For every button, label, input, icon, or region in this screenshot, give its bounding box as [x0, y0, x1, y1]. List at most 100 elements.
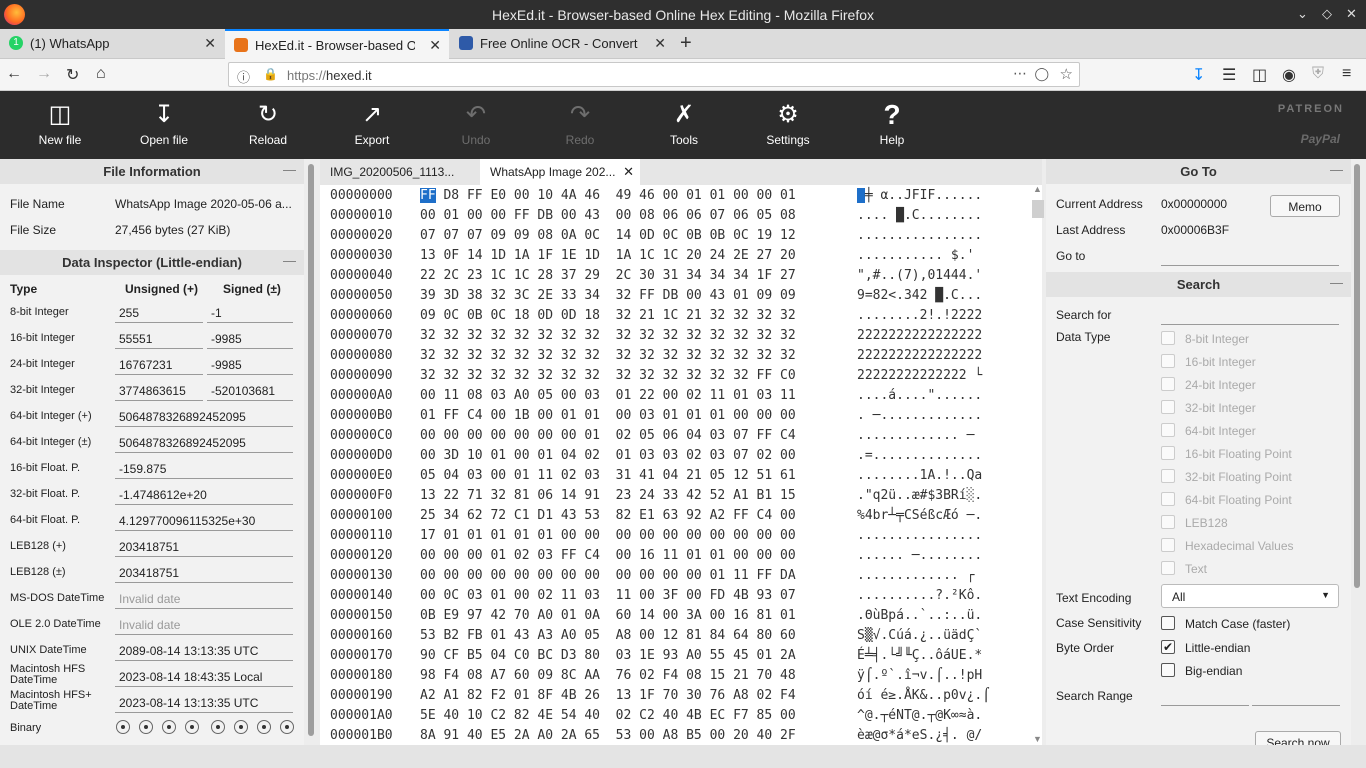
data-type-checkbox[interactable]: [1161, 469, 1175, 483]
hex-bytes-row[interactable]: 01 FF C4 00 1B 00 01 01 00 03 01 01 01 0…: [420, 405, 840, 425]
binary-bit-radio[interactable]: [162, 720, 176, 734]
hex-bytes-row[interactable]: 90 CF B5 04 C0 BC D3 80 03 1E 93 A0 55 4…: [420, 645, 840, 665]
collapse-icon[interactable]: —: [1330, 275, 1343, 290]
match-case-checkbox[interactable]: [1161, 616, 1175, 630]
selected-byte[interactable]: FF: [420, 188, 436, 203]
menu-icon[interactable]: ≡: [1342, 65, 1351, 83]
account-icon[interactable]: ◉: [1282, 65, 1296, 85]
hex-scrollbar[interactable]: ▲ ▼: [1032, 184, 1044, 744]
ascii-row[interactable]: ÿ⌠.º`.î¬v.⌠..!pH: [857, 665, 990, 685]
ascii-row[interactable]: óí é≥.ÅK&..p0v¿.⌠: [857, 685, 990, 705]
hex-bytes-row[interactable]: 17 01 01 01 01 01 00 00 00 00 00 00 00 0…: [420, 525, 840, 545]
little-endian-checkbox[interactable]: ✔: [1161, 640, 1175, 654]
data-type-checkbox[interactable]: [1161, 446, 1175, 460]
ascii-row[interactable]: ................: [857, 525, 990, 545]
pocket-icon[interactable]: ◯: [1034, 66, 1049, 82]
ascii-row[interactable]: . ─.............: [857, 405, 990, 425]
hex-bytes-row[interactable]: 05 04 03 00 01 11 02 03 31 41 04 21 05 1…: [420, 465, 840, 485]
binary-bit-radio[interactable]: [257, 720, 271, 734]
forward-icon[interactable]: →: [36, 65, 52, 83]
hex-bytes-row[interactable]: 22 2C 23 1C 1C 28 37 29 2C 30 31 34 34 3…: [420, 265, 840, 285]
unsigned-value-field[interactable]: 55551: [115, 327, 203, 349]
hex-bytes-row[interactable]: 98 F4 08 A7 60 09 8C AA 76 02 F4 08 15 2…: [420, 665, 840, 685]
back-icon[interactable]: ←: [6, 65, 22, 83]
hex-bytes-row[interactable]: 09 0C 0B 0C 18 0D 0D 18 32 21 1C 21 32 3…: [420, 305, 840, 325]
hex-bytes-row[interactable]: 0B E9 97 42 70 A0 01 0A 60 14 00 3A 00 1…: [420, 605, 840, 625]
close-tab-icon[interactable]: ✕: [204, 35, 216, 52]
memo-button[interactable]: Memo: [1270, 195, 1340, 217]
ascii-row[interactable]: ...... ─........: [857, 545, 990, 565]
selected-ascii-char[interactable]: [857, 188, 865, 203]
binary-bit-radio[interactable]: [185, 720, 199, 734]
data-type-checkbox[interactable]: [1161, 377, 1175, 391]
ascii-row[interactable]: ........2!.!2222: [857, 305, 990, 325]
ascii-row[interactable]: ^@.┬éNT@.┬@K∞≈à.: [857, 705, 990, 725]
open-file-button[interactable]: ↧ Open file: [112, 91, 216, 159]
ascii-row[interactable]: ..........?.²Kô.: [857, 585, 990, 605]
ascii-row[interactable]: %4br┴╤CSéßcÆó ─.: [857, 505, 990, 525]
ascii-row[interactable]: ............. ┌: [857, 565, 990, 585]
close-tab-icon[interactable]: ✕: [429, 37, 441, 54]
hex-editor[interactable]: 00000000 00000010 00000020 00000030 00000040…: [320, 185, 1042, 745]
ascii-row[interactable]: 22222222222222 └: [857, 365, 990, 385]
home-icon[interactable]: ⌂: [96, 65, 106, 83]
hex-bytes-row[interactable]: 00 0C 03 01 00 02 11 03 11 00 3F 00 FD 4…: [420, 585, 840, 605]
data-type-checkbox[interactable]: [1161, 354, 1175, 368]
sidebar-icon[interactable]: ◫: [1252, 65, 1267, 85]
inspector-value-field[interactable]: 2023-08-14 18:43:35 Local: [115, 665, 293, 687]
library-icon[interactable]: ☰: [1222, 65, 1236, 85]
range-start-input[interactable]: [1161, 684, 1249, 706]
data-type-checkbox[interactable]: [1161, 331, 1175, 345]
undo-button[interactable]: ↶ Undo: [424, 91, 528, 159]
tab-whatsapp[interactable]: 1 (1) WhatsApp ✕: [0, 29, 224, 59]
binary-bit-radio[interactable]: [139, 720, 153, 734]
collapse-icon[interactable]: —: [283, 253, 296, 268]
hex-bytes-row[interactable]: 00 00 00 00 00 00 00 01 02 05 06 04 03 0…: [420, 425, 840, 445]
hex-bytes-row[interactable]: FF D8 FF E0 00 10 4A 46 49 46 00 01 01 0…: [420, 185, 840, 205]
tab-ocr[interactable]: Free Online OCR - Convert ✕: [450, 29, 674, 59]
signed-value-field[interactable]: -9985: [207, 327, 293, 349]
ascii-row[interactable]: S▒√.Cúá.¿..üädÇ`: [857, 625, 990, 645]
hex-bytes-row[interactable]: 32 32 32 32 32 32 32 32 32 32 32 32 32 3…: [420, 365, 840, 385]
binary-bit-radio[interactable]: [280, 720, 294, 734]
minimize-icon[interactable]: ⌄: [1297, 6, 1308, 22]
hex-bytes-row[interactable]: 00 00 00 01 02 03 FF C4 00 16 11 01 01 0…: [420, 545, 840, 565]
paypal-link[interactable]: PayPal: [1301, 132, 1340, 146]
search-header[interactable]: Search —: [1046, 272, 1351, 297]
collapse-icon[interactable]: —: [283, 162, 296, 177]
ascii-row[interactable]: èæ@σ*á*eS.¿╡. @/: [857, 725, 990, 745]
data-type-checkbox[interactable]: [1161, 561, 1175, 575]
tab-hexedit[interactable]: HexEd.it - Browser-based O ✕: [225, 29, 449, 59]
settings-button[interactable]: ⚙ Settings: [736, 91, 840, 159]
close-tab-icon[interactable]: ✕: [654, 35, 666, 52]
maximize-icon[interactable]: ◇: [1322, 6, 1332, 22]
unsigned-value-field[interactable]: 16767231: [115, 353, 203, 375]
hex-bytes-row[interactable]: 8A 91 40 E5 2A A0 2A 65 53 00 A8 B5 00 2…: [420, 725, 840, 745]
ascii-row[interactable]: 9=82<.342 █.C...: [857, 285, 990, 305]
info-icon[interactable]: ⓘ: [237, 67, 250, 86]
collapse-icon[interactable]: —: [1330, 162, 1343, 177]
signed-value-field[interactable]: -9985: [207, 353, 293, 375]
inspector-value-field[interactable]: 203418751: [115, 561, 293, 583]
signed-value-field[interactable]: -1: [207, 301, 293, 323]
ascii-row[interactable]: .=..............: [857, 445, 990, 465]
data-inspector-header[interactable]: Data Inspector (Little-endian) —: [0, 250, 304, 275]
editor-tab-img[interactable]: IMG_20200506_1113...: [320, 159, 478, 185]
right-panel-scrollbar[interactable]: [1354, 164, 1360, 588]
inspector-value-field[interactable]: 2023-08-14 13:13:35 UTC: [115, 691, 293, 713]
goto-header[interactable]: Go To —: [1046, 159, 1351, 184]
goto-input[interactable]: [1161, 244, 1339, 266]
hex-bytes-row[interactable]: 5E 40 10 C2 82 4E 54 40 02 C2 40 4B EC F…: [420, 705, 840, 725]
left-panel-scrollbar[interactable]: [308, 164, 314, 736]
ascii-row[interactable]: .ΘùBpá..`..:..ü.: [857, 605, 990, 625]
inspector-value-field[interactable]: Invalid date: [115, 613, 293, 635]
ascii-row[interactable]: ."q2ü..æ#$3BRí░.: [857, 485, 990, 505]
unsigned-value-field[interactable]: 255: [115, 301, 203, 323]
hex-bytes-row[interactable]: 32 32 32 32 32 32 32 32 32 32 32 32 32 3…: [420, 325, 840, 345]
url-bar[interactable]: ⓘ 🔒 https://hexed.it ⋯ ◯ ☆: [228, 62, 1080, 87]
hex-bytes-row[interactable]: 53 B2 FB 01 43 A3 A0 05 A8 00 12 81 84 6…: [420, 625, 840, 645]
patreon-link[interactable]: PATREON: [1278, 103, 1344, 115]
unsigned-value-field[interactable]: 3774863615: [115, 379, 203, 401]
inspector-value-field[interactable]: -159.875: [115, 457, 293, 479]
scroll-up-icon[interactable]: ▲: [1033, 184, 1042, 194]
